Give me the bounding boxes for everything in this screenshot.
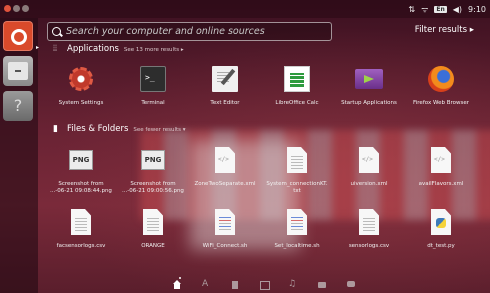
applications-grid: System Settings Terminal Text Editor Lib… — [45, 66, 477, 107]
file-label-line1: Screenshot from — [130, 181, 176, 187]
app-label: Terminal — [141, 100, 165, 106]
file-item[interactable]: uiversion.xml — [333, 147, 405, 195]
text-file-icon — [287, 147, 307, 173]
applications-title: Applications — [67, 44, 119, 54]
app-firefox[interactable]: Firefox Web Browser — [405, 66, 477, 107]
scope-bar — [38, 279, 490, 293]
app-label: LibreOffice Calc — [275, 100, 319, 106]
files-grid-row-1: PNG Screenshot from ...-06-21 09:08:44.p… — [45, 147, 477, 195]
libreoffice-calc-icon — [284, 66, 310, 92]
file-label-line1: Screenshot from — [58, 181, 104, 187]
app-terminal[interactable]: Terminal — [117, 66, 189, 107]
top-panel: ⇅ ᯤ En ◀) 9:10 — [0, 0, 490, 18]
file-item[interactable]: PNG Screenshot from ...-06-21 09:00:56.p… — [117, 147, 189, 195]
text-file-icon — [143, 209, 163, 235]
python-file-icon — [431, 209, 451, 235]
network-icon[interactable]: ⇅ — [408, 5, 415, 14]
search-icon — [52, 26, 62, 37]
file-label-line2: txt — [293, 188, 301, 194]
file-item[interactable]: facsensorlogs.csv — [45, 209, 117, 250]
file-item[interactable]: Set_localtime.sh — [261, 209, 333, 250]
app-text-editor[interactable]: Text Editor — [189, 66, 261, 107]
home-scope-icon[interactable] — [172, 280, 182, 290]
file-item[interactable]: dt_test.py — [405, 209, 477, 250]
app-label: System Settings — [58, 100, 104, 106]
text-editor-icon — [212, 66, 238, 92]
applications-grid-icon: ⦙⦙ — [53, 44, 58, 54]
app-label: Firefox Web Browser — [413, 100, 469, 106]
app-libreoffice-calc[interactable]: LibreOffice Calc — [261, 66, 333, 107]
terminal-icon — [140, 66, 166, 92]
file-item[interactable]: ZoneTwoSeparate.xml — [189, 147, 261, 195]
filter-results-button[interactable]: Filter results ▸ — [415, 25, 474, 35]
csv-file-icon — [71, 209, 91, 235]
volume-icon[interactable]: ◀) — [453, 5, 462, 14]
file-label: ORANGE — [141, 243, 165, 249]
app-label: Text Editor — [210, 100, 240, 106]
clock[interactable]: 9:10 — [468, 5, 486, 14]
file-label-line1: System_connectionKT. — [266, 181, 328, 187]
search-bar[interactable] — [47, 22, 332, 41]
file-label: WiFi_Connect.sh — [202, 243, 248, 249]
startup-applications-icon — [355, 69, 383, 89]
applications-scope-icon[interactable] — [201, 279, 211, 290]
png-file-icon: PNG — [141, 150, 165, 170]
wifi-icon[interactable]: ᯤ — [421, 4, 428, 15]
csv-file-icon — [359, 209, 379, 235]
app-system-settings[interactable]: System Settings — [45, 66, 117, 107]
file-label: Set_localtime.sh — [274, 243, 320, 249]
see-fewer-results-link[interactable]: See fewer results ▾ — [133, 127, 185, 133]
help-launcher-button[interactable]: ? — [3, 91, 33, 121]
window-minimize-button[interactable] — [13, 5, 20, 12]
document-icon: ▮ — [53, 124, 58, 134]
shell-script-icon — [287, 209, 307, 235]
window-close-button[interactable] — [4, 5, 11, 12]
active-indicator-arrow: ▸ — [36, 44, 40, 51]
window-maximize-button[interactable] — [22, 5, 29, 12]
photos-scope-icon[interactable] — [317, 280, 327, 290]
file-item[interactable]: sensorlogs.csv — [333, 209, 405, 250]
search-input[interactable] — [66, 26, 326, 37]
png-file-icon: PNG — [69, 150, 93, 170]
question-mark-icon: ? — [13, 96, 23, 115]
app-startup-applications[interactable]: Startup Applications — [333, 66, 405, 107]
file-label-line2: ...-06-21 09:00:56.png — [122, 188, 184, 194]
file-item[interactable]: ORANGE — [117, 209, 189, 250]
file-label-line2: ...-06-21 09:08:44.png — [50, 188, 112, 194]
file-item[interactable]: WiFi_Connect.sh — [189, 209, 261, 250]
ubuntu-logo-icon — [11, 29, 27, 45]
applications-section-header: ⦙⦙ Applications See 13 more results ▸ — [53, 44, 184, 54]
file-label: sensorlogs.csv — [348, 243, 390, 249]
files-launcher-button[interactable] — [3, 56, 33, 86]
music-scope-icon[interactable] — [288, 279, 298, 290]
file-item[interactable]: PNG Screenshot from ...-06-21 09:08:44.p… — [45, 147, 117, 195]
social-scope-icon[interactable] — [346, 280, 356, 290]
video-scope-icon[interactable] — [259, 280, 270, 290]
files-scope-icon[interactable] — [230, 280, 240, 290]
file-cabinet-icon — [8, 62, 28, 80]
xml-file-icon — [359, 147, 379, 173]
file-label: dt_test.py — [427, 243, 455, 249]
files-title: Files & Folders — [67, 124, 129, 134]
see-more-results-link[interactable]: See 13 more results ▸ — [124, 47, 184, 53]
file-label: facsensorlogs.csv — [56, 243, 106, 249]
files-grid-row-2: facsensorlogs.csv ORANGE WiFi_Connect.sh… — [45, 209, 477, 250]
shell-script-icon — [215, 209, 235, 235]
keyboard-layout-indicator[interactable]: En — [434, 5, 447, 13]
indicator-area: ⇅ ᯤ En ◀) 9:10 — [408, 2, 486, 16]
file-label-line1: uiversion.xml — [350, 181, 388, 187]
file-label-line1: availFlavors.xml — [418, 181, 464, 187]
xml-file-icon — [431, 147, 451, 173]
xml-file-icon — [215, 147, 235, 173]
dash-home-button[interactable] — [3, 21, 33, 51]
launcher: ▸ ? — [0, 18, 40, 293]
settings-icon — [68, 66, 94, 92]
active-scope-indicator — [179, 277, 181, 279]
files-section-header: ▮ Files & Folders See fewer results ▾ — [53, 124, 186, 134]
file-item[interactable]: System_connectionKT. txt — [261, 147, 333, 195]
firefox-icon — [428, 66, 454, 92]
file-item[interactable]: availFlavors.xml — [405, 147, 477, 195]
file-label-line1: ZoneTwoSeparate.xml — [194, 181, 256, 187]
app-label: Startup Applications — [341, 100, 397, 106]
